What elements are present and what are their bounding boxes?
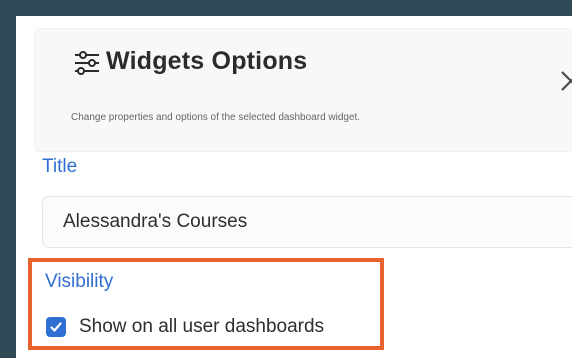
visibility-label: Visibility bbox=[45, 271, 114, 292]
dialog-title: Widgets Options bbox=[72, 47, 307, 76]
window-border bbox=[0, 0, 572, 16]
show-all-dashboards-label: Show on all user dashboards bbox=[79, 316, 325, 337]
title-input[interactable] bbox=[42, 196, 572, 248]
close-icon[interactable] bbox=[556, 66, 572, 96]
dialog-subtitle: Change properties and options of the sel… bbox=[71, 112, 361, 123]
dialog-title-text: Widgets Options bbox=[106, 47, 308, 75]
show-all-dashboards-option[interactable]: Show on all user dashboards bbox=[46, 316, 324, 338]
screenshot-frame: Widgets Options Change properties and op… bbox=[0, 0, 572, 358]
show-all-dashboards-checkbox[interactable] bbox=[46, 317, 66, 337]
sliders-icon bbox=[75, 50, 99, 75]
title-field-label: Title bbox=[42, 156, 78, 177]
window-border bbox=[0, 0, 16, 358]
checkmark-icon bbox=[50, 322, 62, 332]
